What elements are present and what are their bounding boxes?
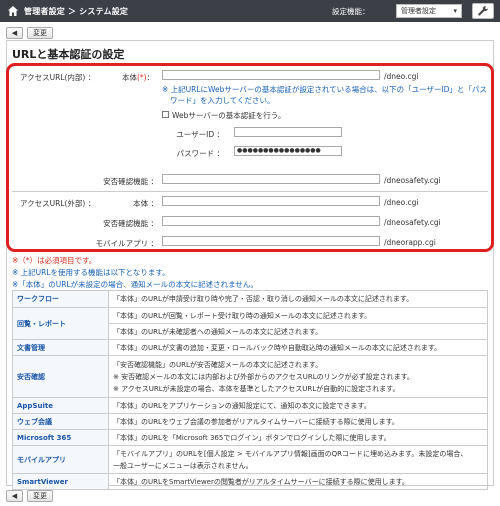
feature-select[interactable]: 管理者設定 ▾ [396,4,462,18]
desc-line: 「本体」のURLが文書の追加・変更・ロールバック時や自動取込時の通知メールの本文… [113,343,442,352]
internal-body-suffix: /dneo.cgi [384,72,419,81]
internal-safety-label: 安否確認機能 ： [103,177,158,186]
table-row: SmartViewer 「本体」のURLをSmartViewerの閲覧者がリアル… [12,473,488,490]
password-label: パスワード ： [176,149,224,158]
external-section-label: アクセスURL(外部) ： [20,199,96,208]
feature-name: AppSuite [12,397,109,414]
internal-section-label: アクセスURL(内部) ： [20,73,96,82]
external-safety-suffix: /dneosafety.cgi [384,218,441,227]
desc-line: 一般ユーザーにメニューは表示されません。 [113,461,253,470]
colon: ： [146,73,155,82]
feature-name: SmartViewer [12,473,109,490]
userid-label: ユーザーID ： [176,130,224,139]
feature-desc: 「本体」のURLをウェブ会議の参加者がリアルタイムサーバーに接続する際に使用しま… [108,413,488,430]
table-row: ウェブ会議 「本体」のURLをウェブ会議の参加者がリアルタイムサーバーに接続する… [12,413,488,430]
page-title: URLと基本認証の設定 [12,48,125,61]
auth-note-cont: ワード」を入力してください。 [170,96,275,105]
desc-line: 「本体」のURLをアプリケーションの通知設定にて、通知の本文に設定できます。 [113,401,371,410]
required-note: ※（*）は必須項目です。 [12,256,97,265]
desc-line: ※ 安否確認メールの本文には内部および外部からのアクセスURLのリンクが必ず設定… [113,372,414,381]
breadcrumb: 管理者設定 ＞ システム設定 [24,6,129,16]
mobile-app-input[interactable] [162,236,380,246]
basic-auth-checkbox[interactable] [162,111,169,118]
feature-name: 安否確認 [12,355,109,398]
feature-desc: 「本体」のURLをアプリケーションの通知設定にて、通知の本文に設定できます。 [108,397,488,414]
uses-note: ※ 上記URLを使用する機能は以下となります。 [12,268,170,277]
table-row: ワークフロー 「本体」のURLが申請受け取り時や完了・否認・取り消しの通知メール… [12,290,488,308]
feature-name: モバイルアプリ [12,445,109,474]
chevron-down-icon: ▾ [453,7,457,15]
feature-desc: 「本体」のURLが申請受け取り時や完了・否認・取り消しの通知メールの本文に記述さ… [108,290,488,308]
external-body-input[interactable] [162,196,380,206]
required-mark: (*) [137,73,147,82]
internal-body-text: 本体 [122,73,137,82]
feature-desc: 「本体」のURLが回覧・レポート受け取り時の通知メールの本文に記述されます。 [108,307,488,324]
table-row: 回覧・レポート 「本体」のURLが回覧・レポート受け取り時の通知メールの本文に記… [12,307,488,340]
password-input[interactable]: ●●●●●●●●●●●●●●●● [234,146,342,156]
feature-desc: 「本体」のURLが文書の追加・変更・ロールバック時や自動取込時の通知メールの本文… [108,339,488,356]
desc-line: 「本体」のURLをウェブ会議の参加者がリアルタイムサーバーに接続する際に使用しま… [113,417,399,426]
feature-name: ワークフロー [12,290,109,308]
desc-line: 「本体」のURLが申請受け取り時や完了・否認・取り消しの通知メールの本文に記述さ… [113,295,414,303]
feature-name: Microsoft 365 [12,429,109,446]
change-button-top[interactable]: 変更 [27,27,53,39]
table-row: Microsoft 365 「本体」のURLを「Microsoft 365でログ… [12,429,488,446]
table-row: 安否確認 「安否確認機能」のURLが安否確認メールの本文に記述されます。 ※ 安… [12,355,488,398]
feature-name: 回覧・レポート [12,307,109,340]
top-toolbar: ◀ 変更 [6,26,494,40]
feature-desc: 「安否確認機能」のURLが安否確認メールの本文に記述されます。 ※ 安否確認メー… [108,355,488,398]
back-arrow-icon: ◀ [11,492,18,500]
bottom-toolbar: ◀ 変更 [6,489,494,503]
unset-note: ※「本体」のURLが未設定の場合、通知メールの本文に記述されません。 [12,280,258,289]
desc-line: 「本体」のURLが未確認者への通知メールの本文に記述されます。 [113,327,323,336]
feature-desc: 「モバイルアプリ」のURLを[個人設定 > モバイルアプリ情報]画面のQRコード… [108,445,488,474]
feature-label: 設定機能： [332,7,370,16]
internal-safety-input[interactable] [162,174,380,184]
feature-table: ワークフロー 「本体」のURLが申請受け取り時や完了・否認・取り消しの通知メール… [12,290,488,490]
table-row: AppSuite 「本体」のURLをアプリケーションの通知設定にて、通知の本文に… [12,397,488,414]
basic-auth-label: Webサーバーの基本認証を行う。 [172,111,286,120]
userid-input[interactable] [234,127,342,137]
back-button[interactable]: ◀ [6,27,23,39]
feature-select-value: 管理者設定 [401,7,436,15]
table-row: モバイルアプリ 「モバイルアプリ」のURLを[個人設定 > モバイルアプリ情報]… [12,445,488,474]
internal-safety-suffix: /dneosafety.cgi [384,176,441,185]
external-body-label: 本体 ： [133,199,158,208]
desc-line: ※ アクセスURLが未設定の場合、本体を基準としたアクセスURLが自動的に設定さ… [113,384,400,393]
feature-desc: 「本体」のURLが未確認者への通知メールの本文に記述されます。 [108,323,488,340]
back-arrow-icon: ◀ [11,29,18,37]
internal-body-label: 本体(*)： [122,72,154,83]
desc-line: 「本体」のURLをSmartViewerの閲覧者がリアルタイムサーバーに接続する… [113,477,409,486]
desc-line: 「安否確認機能」のURLが安否確認メールの本文に記述されます。 [113,360,323,369]
feature-name: ウェブ会議 [12,413,109,430]
feature-name: 文書管理 [12,339,109,356]
external-body-suffix: /dneo.cgi [384,198,419,207]
section-divider [12,191,488,192]
change-button-bottom[interactable]: 変更 [27,490,53,502]
back-button-bottom[interactable]: ◀ [6,490,23,502]
external-safety-input[interactable] [162,216,380,226]
feature-desc: 「本体」のURLをSmartViewerの閲覧者がリアルタイムサーバーに接続する… [108,473,488,490]
feature-desc: 「本体」のURLを「Microsoft 365でログイン」ボタンでログインした際… [108,429,488,446]
auth-note: ※ 上記URLにWebサーバーの基本認証が設定されている場合は、以下の「ユーザー… [162,85,487,94]
mobile-app-suffix: /dneorapp.cgi [384,238,436,247]
mobile-app-label: モバイルアプリ ： [95,239,158,248]
home-icon[interactable] [6,4,20,18]
wrench-icon[interactable] [472,3,494,19]
desc-line: 「モバイルアプリ」のURLを[個人設定 > モバイルアプリ情報]画面のQRコード… [113,449,468,458]
app-header: 管理者設定 ＞ システム設定 設定機能： 管理者設定 ▾ [0,0,500,22]
internal-body-input[interactable] [162,70,380,80]
table-row: 文書管理 「本体」のURLが文書の追加・変更・ロールバック時や自動取込時の通知メ… [12,339,488,356]
external-safety-label: 安否確認機能 ： [103,219,158,228]
desc-line: 「本体」のURLを「Microsoft 365でログイン」ボタンでログインした際… [113,433,391,442]
desc-line: 「本体」のURLが回覧・レポート受け取り時の通知メールの本文に記述されます。 [113,311,372,320]
